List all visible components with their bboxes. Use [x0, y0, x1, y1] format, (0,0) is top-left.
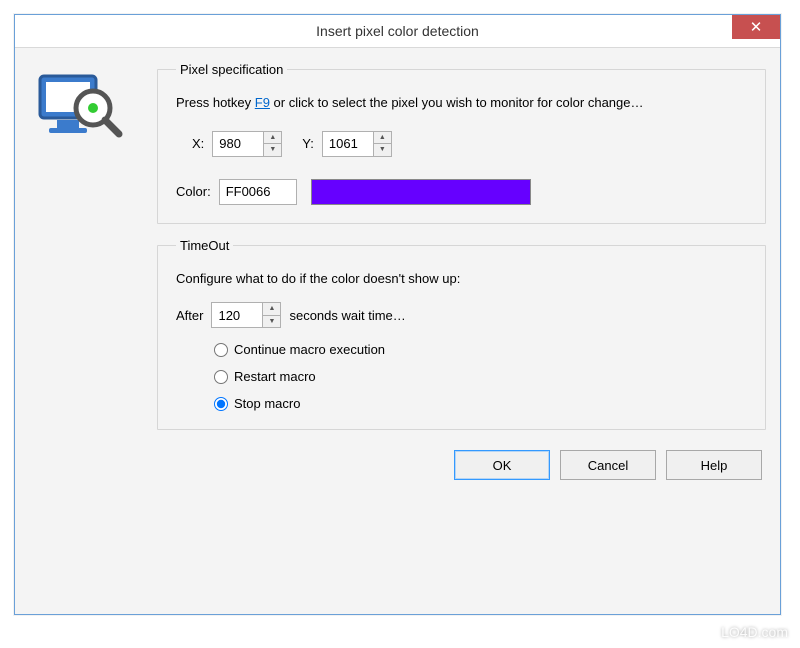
dialog-window: Insert pixel color detection ✕ Pixel: [14, 14, 781, 615]
y-spinner: ▲ ▼: [322, 131, 392, 157]
radio-stop-label: Stop macro: [234, 396, 300, 411]
y-label: Y:: [302, 136, 314, 151]
close-icon: ✕: [750, 18, 763, 36]
x-spin-down[interactable]: ▼: [264, 144, 281, 156]
button-row: OK Cancel Help: [157, 450, 766, 480]
titlebar: Insert pixel color detection ✕: [15, 15, 780, 48]
color-label: Color:: [176, 184, 211, 199]
y-spin-up[interactable]: ▲: [374, 132, 391, 145]
monitor-magnifier-icon: [37, 70, 139, 150]
y-input[interactable]: [322, 131, 374, 157]
after-label: After: [176, 308, 203, 323]
after-row: After ▲ ▼ seconds wait time…: [176, 302, 747, 328]
color-row: Color:: [176, 179, 747, 205]
cancel-button[interactable]: Cancel: [560, 450, 656, 480]
pixel-spec-instruction: Press hotkey F9 or click to select the p…: [176, 93, 747, 113]
instruction-post: or click to select the pixel you wish to…: [270, 95, 644, 110]
x-spin-up[interactable]: ▲: [264, 132, 281, 145]
radio-continue-input[interactable]: [214, 343, 228, 357]
help-button[interactable]: Help: [666, 450, 762, 480]
radio-continue[interactable]: Continue macro execution: [214, 342, 747, 357]
radio-stop-input[interactable]: [214, 397, 228, 411]
pixel-specification-group: Pixel specification Press hotkey F9 or c…: [157, 62, 766, 224]
after-input[interactable]: [211, 302, 263, 328]
timeout-radios: Continue macro execution Restart macro S…: [214, 342, 747, 411]
radio-restart[interactable]: Restart macro: [214, 369, 747, 384]
after-suffix: seconds wait time…: [289, 308, 405, 323]
after-spin-down[interactable]: ▼: [263, 316, 280, 328]
timeout-legend: TimeOut: [176, 238, 233, 253]
pixel-spec-legend: Pixel specification: [176, 62, 287, 77]
after-spin-up[interactable]: ▲: [263, 303, 280, 316]
after-spin-buttons: ▲ ▼: [263, 302, 281, 328]
color-input[interactable]: [219, 179, 297, 205]
window-title: Insert pixel color detection: [316, 23, 479, 39]
dialog-body: Pixel specification Press hotkey F9 or c…: [15, 48, 780, 614]
watermark: LO4D.com: [721, 624, 788, 640]
timeout-instruction: Configure what to do if the color doesn'…: [176, 269, 747, 289]
radio-continue-label: Continue macro execution: [234, 342, 385, 357]
y-spin-buttons: ▲ ▼: [374, 131, 392, 157]
color-swatch[interactable]: [311, 179, 531, 205]
hotkey-link[interactable]: F9: [255, 95, 270, 110]
ok-button[interactable]: OK: [454, 450, 550, 480]
timeout-group: TimeOut Configure what to do if the colo…: [157, 238, 766, 431]
instruction-pre: Press hotkey: [176, 95, 255, 110]
y-spin-down[interactable]: ▼: [374, 144, 391, 156]
radio-restart-label: Restart macro: [234, 369, 316, 384]
after-spinner: ▲ ▼: [211, 302, 281, 328]
x-spinner: ▲ ▼: [212, 131, 282, 157]
x-label: X:: [192, 136, 204, 151]
left-column: [29, 62, 139, 600]
radio-stop[interactable]: Stop macro: [214, 396, 747, 411]
x-input[interactable]: [212, 131, 264, 157]
radio-restart-input[interactable]: [214, 370, 228, 384]
x-spin-buttons: ▲ ▼: [264, 131, 282, 157]
coordinates-row: X: ▲ ▼ Y: ▲ ▼: [192, 131, 747, 157]
right-column: Pixel specification Press hotkey F9 or c…: [157, 62, 766, 600]
close-button[interactable]: ✕: [732, 15, 780, 39]
